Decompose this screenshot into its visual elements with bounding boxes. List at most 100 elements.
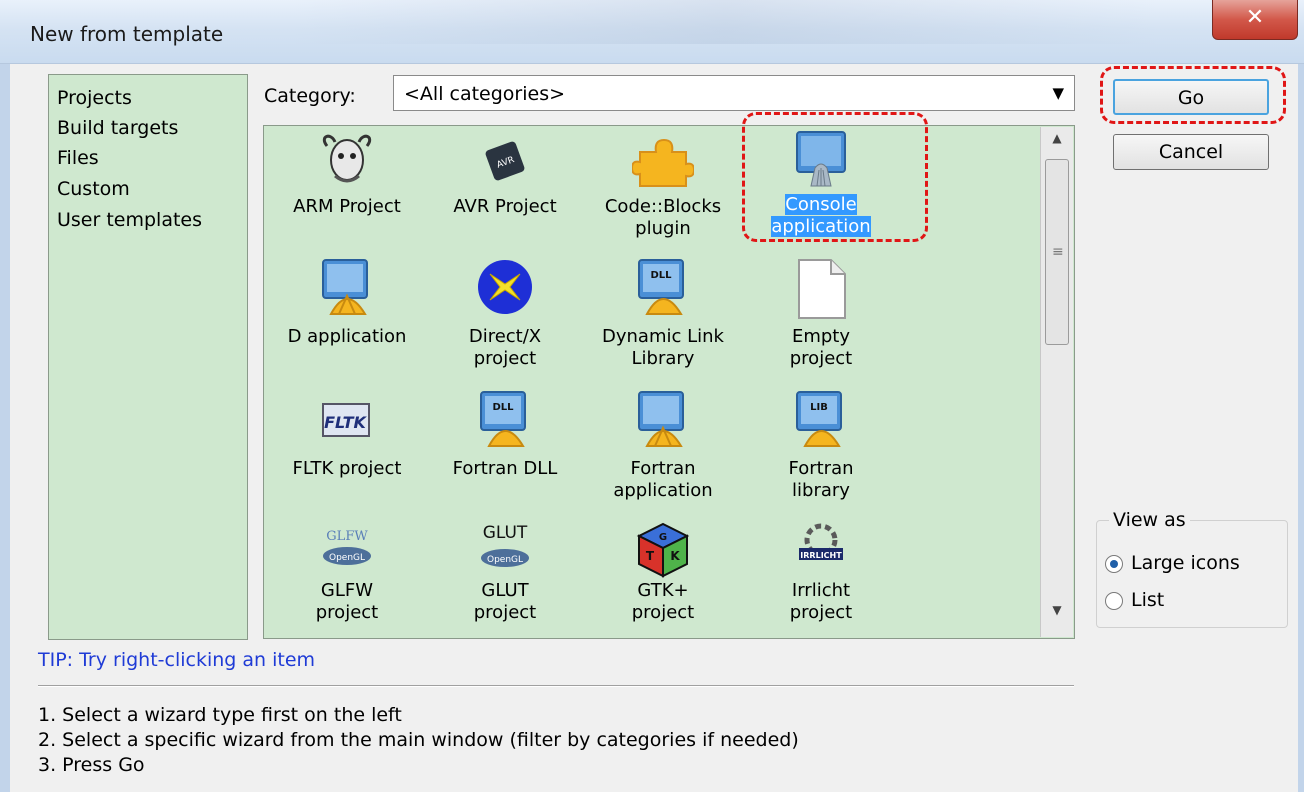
template-avr-project[interactable]: AVR AVR Project [430,126,580,246]
directx-icon [478,260,532,314]
template-label: Fortran DLL [452,458,558,479]
view-as-group: View as Large icons List [1096,509,1288,628]
large-icons-label[interactable]: Large icons [1131,552,1240,574]
gnu-icon [322,134,372,183]
template-fltk-project[interactable]: FLTK FLTK project [272,390,422,510]
sidebar-item-custom[interactable]: Custom [57,178,130,200]
lib-icon: LIB [796,391,842,447]
template-label: GTK+ [637,580,689,601]
icon-badge-2: OpenGL [487,555,523,565]
empty-file-icon [798,259,846,319]
template-label-2: project [473,602,537,623]
template-grid[interactable]: ARM Project AVR AVR Project Code::Blocks… [263,125,1075,639]
irrlicht-icon: IRRLICHT [799,523,843,560]
close-button[interactable]: ✕ [1212,0,1298,40]
icon-badge: DLL [492,402,514,413]
template-dynamic-link-library[interactable]: DLL Dynamic Link Library [588,258,738,378]
template-gtk-project[interactable]: G T K GTK+ project [588,522,738,638]
app-icon [638,391,684,447]
dialog-window: New from template ✕ Projects Build targe… [0,0,1304,792]
template-label-2: project [789,602,853,623]
window-left-border [0,64,10,792]
category-dropdown[interactable]: <All categories> ▼ [393,75,1075,111]
dll-icon: DLL [638,259,684,315]
avr-chip-icon: AVR [485,141,525,181]
instruction-step: 1. Select a wizard type first on the lef… [38,704,402,726]
template-d-application[interactable]: D application [272,258,422,378]
highlight-console-application [742,112,928,242]
sidebar-item-build-targets[interactable]: Build targets [57,117,178,139]
title-bar[interactable]: New from template ✕ [0,0,1304,64]
icon-badge: IRRLICHT [800,551,842,560]
template-arm-project[interactable]: ARM Project [272,126,422,246]
template-label-2: plugin [635,218,691,239]
window-title: New from template [30,22,224,46]
dll-icon: DLL [480,391,526,447]
svg-text:T: T [646,549,655,563]
template-glut-project[interactable]: GLUT OpenGL GLUT project [430,522,580,638]
template-fortran-dll[interactable]: DLL Fortran DLL [430,390,580,510]
template-label: GLUT [481,580,529,601]
template-label-2: project [789,348,853,369]
template-glfw-project[interactable]: GLFW OpenGL GLFW project [272,522,422,638]
scroll-up-arrow-icon[interactable]: ▲ [1041,131,1073,159]
fltk-icon: FLTK [322,403,370,437]
icon-badge: DLL [650,270,672,281]
list-radio[interactable] [1105,592,1123,610]
icon-badge: GLUT [483,523,528,543]
template-label: D application [287,326,407,347]
template-label: Code::Blocks [604,196,722,217]
template-label-2: Library [631,348,695,369]
template-empty-project[interactable]: Empty project [746,258,896,378]
sidebar-item-files[interactable]: Files [57,147,99,169]
instructions: 1. Select a wizard type first on the lef… [38,703,799,778]
scroll-down-arrow-icon[interactable]: ▼ [1041,603,1073,631]
highlight-go-button [1100,66,1286,124]
instruction-step: 3. Press Go [38,754,145,776]
title-bar-glass [290,0,1160,44]
sidebar-item-projects[interactable]: Projects [57,87,132,109]
wizard-type-list[interactable]: Projects Build targets Files Custom User… [48,74,248,640]
separator [38,685,1074,687]
template-fortran-application[interactable]: Fortran application [588,390,738,510]
template-fortran-library[interactable]: LIB Fortran library [746,390,896,510]
category-label: Category: [264,85,356,107]
scroll-grip-icon: ≡ [1052,244,1064,260]
template-irrlicht-project[interactable]: IRRLICHT Irrlicht project [746,522,896,638]
icon-badge: GLFW [326,529,368,544]
template-label-2: library [792,480,850,501]
category-selected-value: <All categories> [404,83,566,105]
instruction-step: 2. Select a specific wizard from the mai… [38,729,799,751]
template-label: Dynamic Link [602,326,724,347]
sidebar-item-user-templates[interactable]: User templates [57,209,202,231]
large-icons-radio[interactable] [1105,555,1123,573]
template-label: FLTK project [292,458,402,479]
template-label: Fortran [630,458,696,479]
template-codeblocks-plugin[interactable]: Code::Blocks plugin [588,126,738,246]
template-label: ARM Project [293,196,401,217]
view-as-legend: View as [1109,509,1190,531]
template-label-2: project [473,348,537,369]
gtk-cube-icon: G T K [636,522,690,578]
svg-text:G: G [659,532,667,543]
template-label: AVR Project [453,196,557,217]
cancel-button[interactable]: Cancel [1113,134,1269,170]
template-directx-project[interactable]: Direct/X project [430,258,580,378]
template-label-2: application [613,480,713,501]
dropdown-arrow-icon[interactable]: ▼ [1052,84,1064,102]
list-label[interactable]: List [1131,589,1164,611]
template-label: Direct/X [468,326,542,347]
icon-badge: LIB [810,402,828,413]
close-icon: ✕ [1245,5,1265,30]
puzzle-icon [632,138,694,187]
glut-icon: GLUT OpenGL [481,523,529,567]
template-label-2: project [315,602,379,623]
template-label: Empty [791,326,851,347]
icon-badge: FLTK [324,413,367,432]
template-label: Irrlicht [791,580,851,601]
window-right-border [1298,64,1304,792]
app-icon [322,259,368,315]
scroll-thumb[interactable]: ≡ [1045,159,1069,345]
template-grid-scrollbar[interactable]: ▲ ≡ ▼ [1040,127,1073,637]
tip-text: TIP: Try right-clicking an item [38,649,316,671]
